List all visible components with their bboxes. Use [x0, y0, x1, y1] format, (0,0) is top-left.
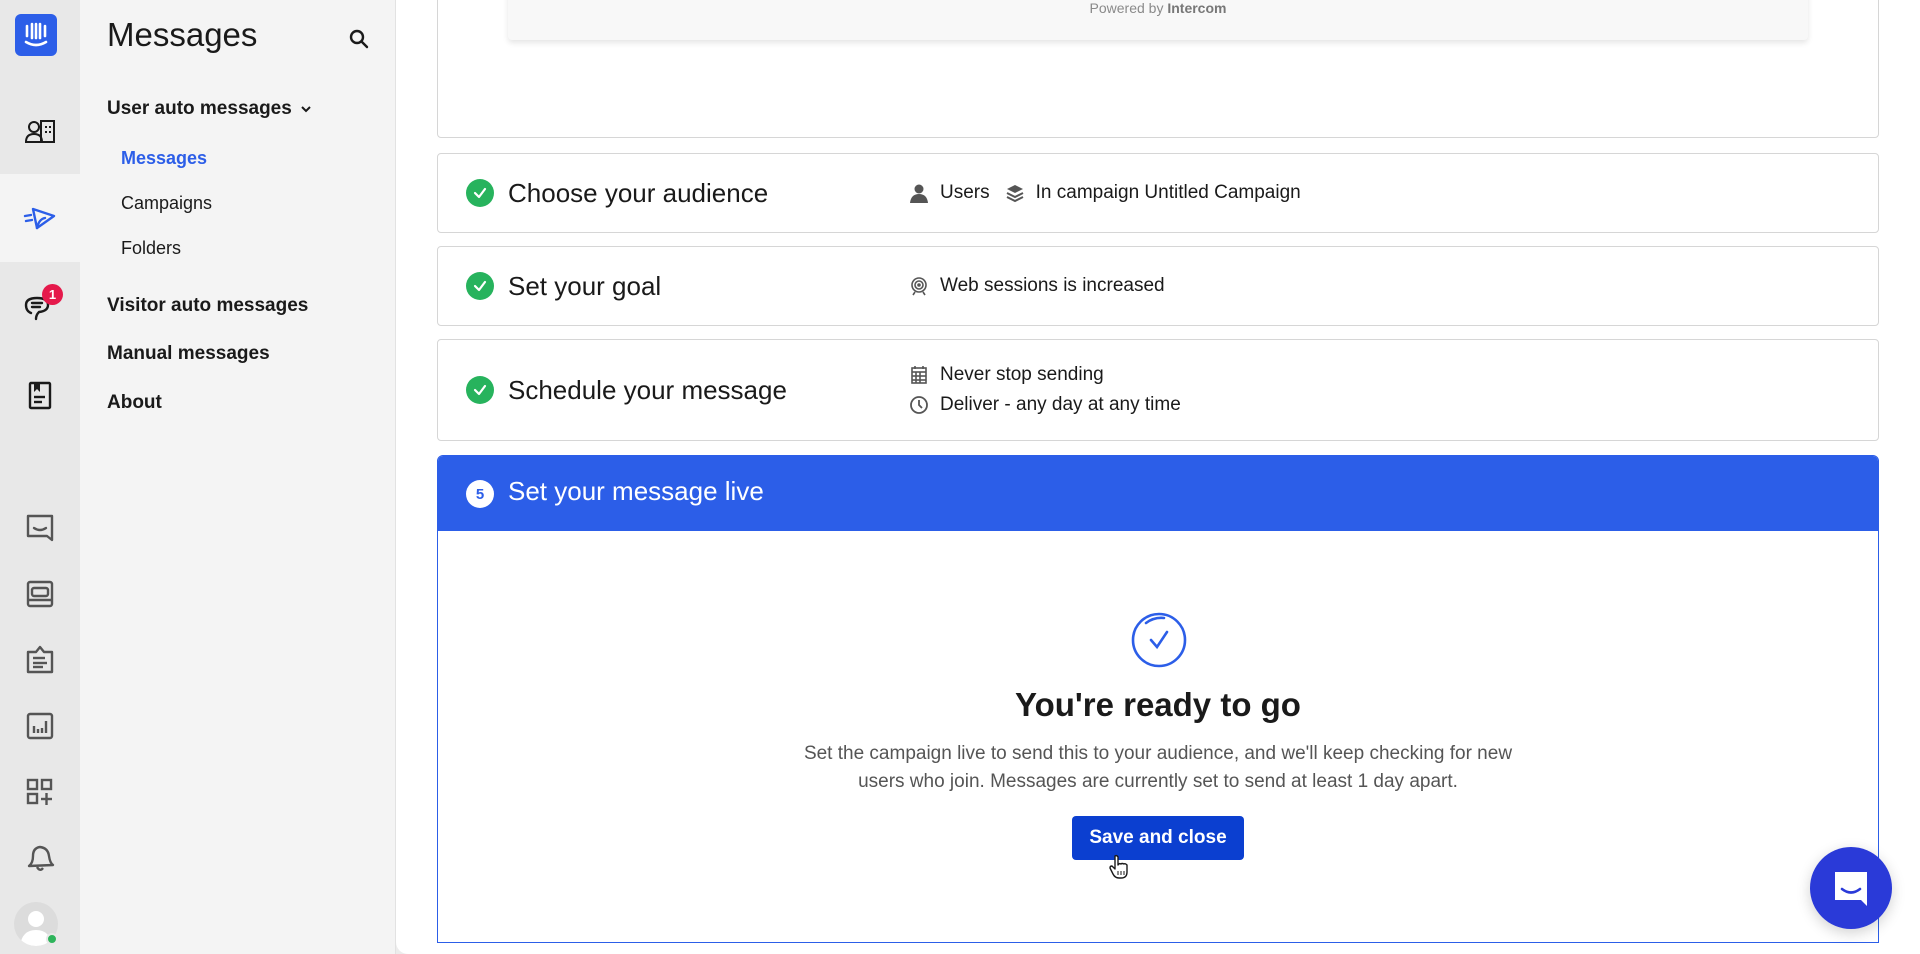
rail-notifications[interactable] — [0, 826, 80, 890]
rail-tasks[interactable] — [0, 628, 80, 692]
ready-description: Set the campaign live to send this to yo… — [803, 743, 1513, 792]
operator-icon — [26, 580, 54, 608]
nav-group-label: User auto messages — [107, 98, 292, 119]
rail-operator[interactable] — [0, 562, 80, 626]
messages-subnav: Messages User auto messages Messages Cam… — [80, 0, 396, 954]
intercom-logo-icon[interactable] — [15, 14, 57, 56]
message-preview: Powered by Intercom — [508, 0, 1808, 40]
check-complete-icon — [466, 179, 494, 207]
save-and-close-button[interactable]: Save and close — [1072, 816, 1244, 860]
article-icon — [28, 381, 52, 410]
powered-by-text: Powered by Intercom — [1089, 0, 1227, 16]
send-icon — [23, 207, 56, 230]
nav-item-messages[interactable]: Messages — [121, 148, 207, 169]
icon-rail: 1 — [0, 0, 80, 954]
online-status-dot — [46, 933, 58, 945]
messenger-chat-icon — [1835, 872, 1867, 906]
search-button[interactable] — [348, 28, 370, 50]
step-title: Schedule your message — [508, 374, 787, 405]
contacts-icon — [24, 120, 55, 143]
chevron-down-icon — [301, 106, 311, 113]
layers-icon — [1004, 182, 1026, 204]
schedule-deliver-text: Deliver - any day at any time — [940, 394, 1181, 415]
rail-inbox[interactable]: 1 — [0, 274, 80, 338]
reports-icon — [26, 712, 54, 740]
messenger-launcher[interactable] — [1810, 847, 1892, 929]
step-schedule[interactable]: Schedule your message Never stop sending… — [437, 339, 1879, 441]
rail-apps[interactable] — [0, 760, 80, 824]
step-title: Choose your audience — [508, 177, 769, 208]
app: 1 Messages User auto messages Messages C… — [0, 0, 1920, 954]
check-complete-icon — [466, 272, 494, 300]
nav-group-user-auto-messages[interactable]: User auto messages — [107, 98, 312, 120]
notification-badge: 1 — [42, 284, 63, 305]
ready-check-icon — [1131, 612, 1187, 668]
nav-item-campaigns[interactable]: Campaigns — [121, 193, 212, 214]
audience-type: Users — [940, 182, 990, 203]
hand-cursor-icon — [1109, 854, 1128, 879]
clipboard-icon — [26, 645, 54, 674]
step-summary: Web sessions is increased — [908, 275, 1165, 297]
messenger-icon — [26, 514, 54, 542]
bell-icon — [27, 845, 55, 871]
schedule-stop-text: Never stop sending — [940, 364, 1104, 385]
target-icon — [908, 275, 930, 297]
rail-reports[interactable] — [0, 694, 80, 758]
step-title: Set your goal — [508, 270, 662, 301]
step-summary: Never stop sending Deliver - any day at … — [908, 364, 1181, 416]
rail-contacts[interactable] — [0, 100, 80, 164]
calendar-icon — [908, 364, 930, 386]
step-summary: Users In campaign Untitled Campaign — [908, 182, 1301, 204]
nav-item-folders[interactable]: Folders — [121, 238, 181, 259]
user-icon — [908, 182, 930, 204]
step-audience[interactable]: Choose your audience Users In campaign U… — [437, 153, 1879, 233]
clock-icon — [908, 394, 930, 416]
check-complete-icon — [466, 376, 494, 404]
step-title: Set your message live — [508, 476, 764, 506]
nav-group-manual-messages[interactable]: Manual messages — [107, 343, 270, 365]
subnav-title: Messages — [107, 16, 258, 53]
search-icon — [349, 29, 369, 49]
nav-group-visitor-auto-messages[interactable]: Visitor auto messages — [107, 295, 308, 317]
step-header[interactable]: 5 Set your message live — [438, 456, 1878, 531]
nav-group-about[interactable]: About — [107, 392, 162, 414]
rail-outbound[interactable] — [0, 174, 80, 262]
goal-text: Web sessions is increased — [940, 275, 1165, 296]
rail-messenger[interactable] — [0, 496, 80, 560]
step-number: 5 — [466, 480, 494, 508]
ready-title: You're ready to go — [1015, 686, 1301, 723]
audience-campaign: In campaign Untitled Campaign — [1035, 182, 1301, 203]
step-set-live: 5 Set your message live You're ready to … — [437, 455, 1879, 943]
rail-articles[interactable] — [0, 363, 80, 427]
apps-icon — [26, 778, 53, 805]
step-goal[interactable]: Set your goal Web sessions is increased — [437, 246, 1879, 326]
